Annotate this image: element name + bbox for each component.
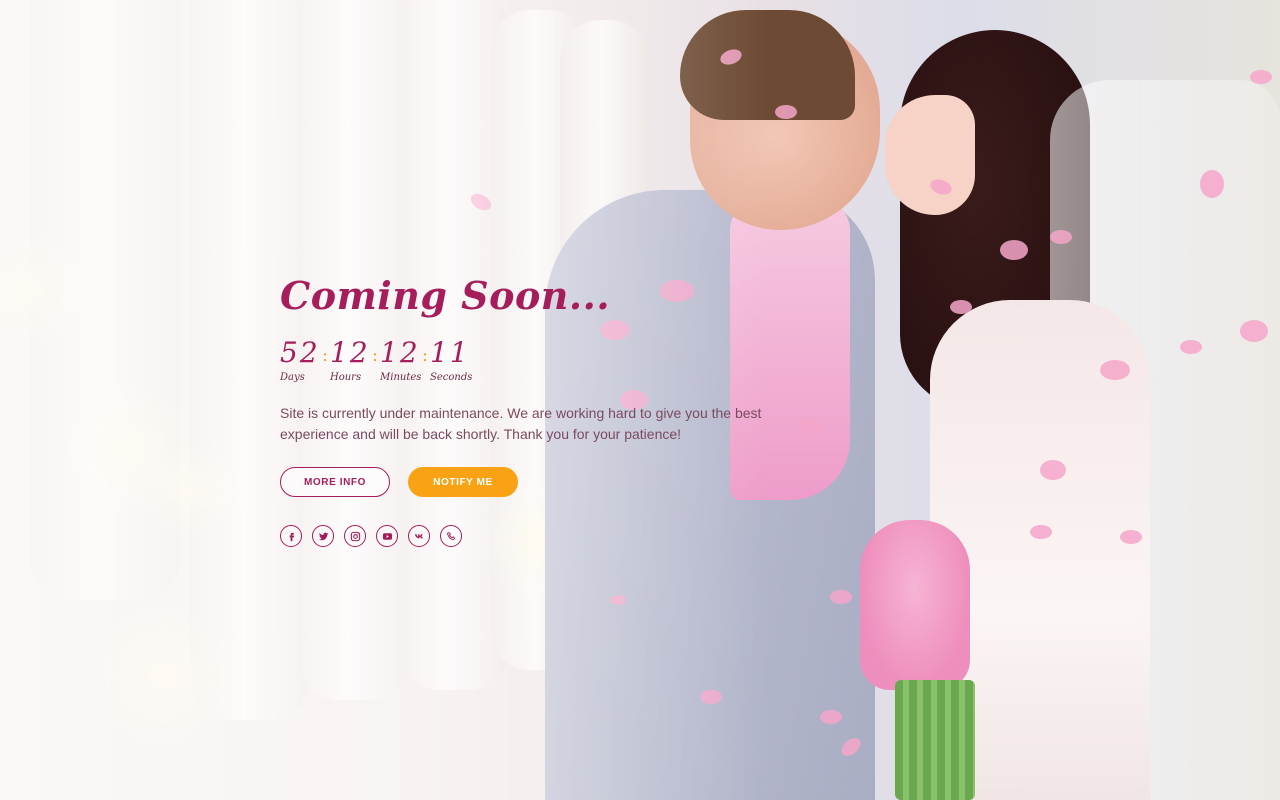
countdown-days-label: Days bbox=[280, 372, 305, 383]
countdown-days: 52 Days bbox=[280, 336, 326, 383]
countdown-separator: : bbox=[322, 345, 329, 366]
vk-icon[interactable] bbox=[408, 525, 430, 547]
instagram-icon[interactable] bbox=[344, 525, 366, 547]
countdown-minutes-label: Minutes bbox=[380, 372, 422, 383]
facebook-icon[interactable] bbox=[280, 525, 302, 547]
countdown-hours: 12 Hours bbox=[330, 336, 376, 383]
countdown-seconds-label: Seconds bbox=[430, 372, 473, 383]
countdown-separator: : bbox=[422, 345, 429, 366]
countdown-hours-value: 12 bbox=[330, 336, 370, 369]
social-links bbox=[280, 525, 800, 547]
countdown: 52 Days : 12 Hours : 12 Minutes : 11 Sec… bbox=[280, 336, 800, 383]
countdown-hours-label: Hours bbox=[330, 372, 362, 383]
countdown-seconds: 11 Seconds bbox=[430, 336, 476, 383]
page-title: Coming Soon... bbox=[280, 273, 611, 318]
action-buttons: MORE INFO NOTIFY ME bbox=[280, 467, 800, 497]
countdown-seconds-value: 11 bbox=[430, 336, 470, 369]
countdown-days-value: 52 bbox=[280, 336, 320, 369]
twitter-icon[interactable] bbox=[312, 525, 334, 547]
countdown-minutes: 12 Minutes bbox=[380, 336, 426, 383]
phone-icon[interactable] bbox=[440, 525, 462, 547]
maintenance-description: Site is currently under maintenance. We … bbox=[280, 405, 762, 442]
coming-soon-panel: Coming Soon... 52 Days : 12 Hours : 12 M… bbox=[280, 268, 800, 547]
countdown-minutes-value: 12 bbox=[380, 336, 420, 369]
notify-me-button[interactable]: NOTIFY ME bbox=[408, 467, 518, 497]
more-info-button[interactable]: MORE INFO bbox=[280, 467, 390, 497]
countdown-separator: : bbox=[372, 345, 379, 366]
page: Coming Soon... 52 Days : 12 Hours : 12 M… bbox=[0, 0, 1280, 800]
youtube-icon[interactable] bbox=[376, 525, 398, 547]
